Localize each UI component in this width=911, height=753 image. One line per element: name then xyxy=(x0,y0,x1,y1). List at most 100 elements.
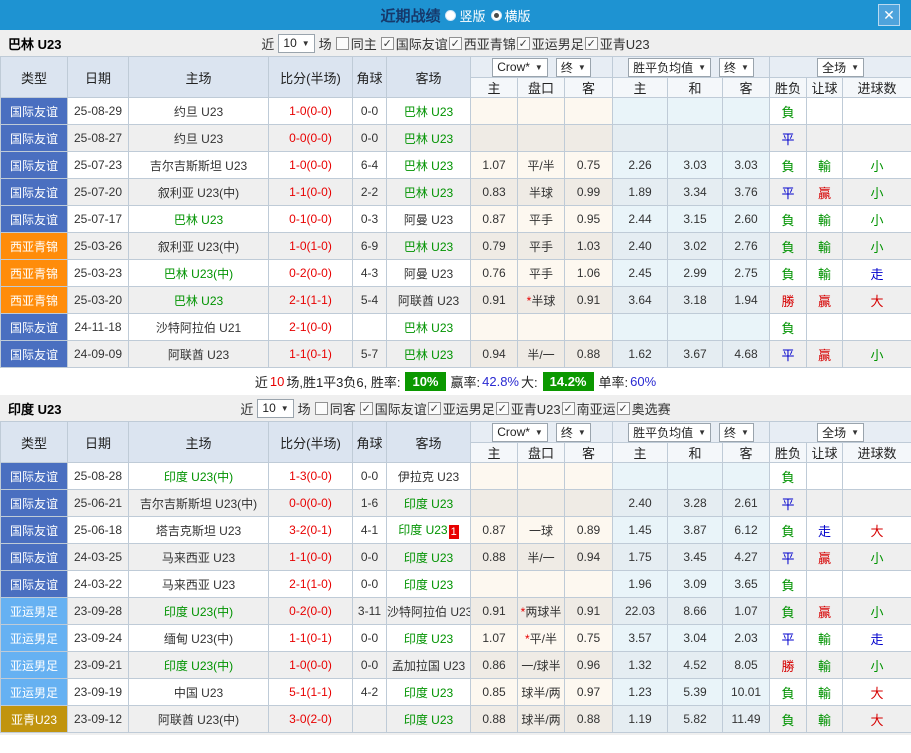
handicap-away-odds xyxy=(565,98,613,125)
home-team: 吉尔吉斯斯坦 U23(中) xyxy=(129,490,269,517)
result-wdl: 負 xyxy=(770,314,807,341)
odds-company-select[interactable]: Crow*▼ xyxy=(492,58,548,77)
away-team: 巴林 U23 xyxy=(387,98,471,125)
avg-away-odds xyxy=(723,125,770,152)
result-goals: 走 xyxy=(843,625,911,652)
avg-home-odds: 2.40 xyxy=(613,233,668,260)
same-home-checkbox[interactable]: 同主 xyxy=(336,34,377,53)
col-header-handicap-line: 盘口 xyxy=(518,78,565,98)
handicap-away-odds: 0.89 xyxy=(565,517,613,544)
avg-draw-odds: 5.82 xyxy=(668,706,723,733)
handicap-away-odds: 0.75 xyxy=(565,152,613,179)
avg-away-odds: 8.05 xyxy=(723,652,770,679)
checkbox-icon xyxy=(315,402,328,415)
match-score: 3-2(0-1) xyxy=(269,517,353,544)
close-icon[interactable]: ✕ xyxy=(878,4,900,26)
competition-checkbox[interactable]: ✓亚运男足 xyxy=(517,34,584,53)
competition-label: 奥选赛 xyxy=(632,399,671,418)
competition-checkbox[interactable]: ✓亚青U23 xyxy=(585,34,650,53)
avg-home-odds xyxy=(613,125,668,152)
live-odds-star-icon: * xyxy=(525,632,530,646)
avg-odds-select[interactable]: 胜平负均值▼ xyxy=(628,58,711,77)
competition-label: 西亚青锦 xyxy=(464,34,516,53)
checkbox-checked-icon: ✓ xyxy=(381,37,394,50)
result-goals: 小 xyxy=(843,341,911,368)
away-team-name: 巴林 U23 xyxy=(404,159,453,173)
col-header-home: 主场 xyxy=(129,422,269,463)
filter-bar: 近 10 ▼ 场 同客 ✓国际友谊✓亚运男足✓亚青U23✓南亚运✓奥选赛 xyxy=(240,399,670,418)
handicap-group-header: Crow*▼ 终▼ xyxy=(471,57,613,78)
handicap-home-odds xyxy=(471,490,518,517)
handicap-away-odds: 0.94 xyxy=(565,544,613,571)
scope-select[interactable]: 全场▼ xyxy=(817,423,864,442)
handicap-away-odds: 0.91 xyxy=(565,598,613,625)
handicap-away-odds: 0.97 xyxy=(565,679,613,706)
match-count-select[interactable]: 10 ▼ xyxy=(278,34,314,53)
away-team-name: 印度 U23 xyxy=(404,551,453,565)
handicap-home-odds: 0.88 xyxy=(471,544,518,571)
away-team: 巴林 U23 xyxy=(387,152,471,179)
avg-away-odds: 4.27 xyxy=(723,544,770,571)
checkbox-checked-icon: ✓ xyxy=(360,402,373,415)
match-date: 25-07-23 xyxy=(68,152,129,179)
avg-odds-select[interactable]: 胜平负均值▼ xyxy=(628,423,711,442)
col-header-handicap-line: 盘口 xyxy=(518,443,565,463)
handicap-final-select[interactable]: 终▼ xyxy=(556,58,591,77)
competition-label: 国际友谊 xyxy=(396,34,448,53)
avg-final-select[interactable]: 终▼ xyxy=(719,58,754,77)
match-type-badge: 西亚青锦 xyxy=(1,260,68,287)
handicap-away-odds xyxy=(565,463,613,490)
handicap-final-select[interactable]: 终▼ xyxy=(556,423,591,442)
handicap-home-odds: 1.07 xyxy=(471,152,518,179)
match-row: 国际友谊25-07-23吉尔吉斯斯坦 U231-0(0-0)6-4巴林 U231… xyxy=(1,152,911,179)
handicap-home-odds: 0.83 xyxy=(471,179,518,206)
competition-checkbox[interactable]: ✓西亚青锦 xyxy=(449,34,516,53)
corner-score: 4-1 xyxy=(353,517,387,544)
match-row: 亚运男足23-09-19中国 U235-1(1-1)4-2印度 U230.85球… xyxy=(1,679,911,706)
competition-checkbox[interactable]: ✓亚运男足 xyxy=(428,399,495,418)
result-handicap: 贏 xyxy=(807,341,843,368)
competition-checkbox[interactable]: ✓国际友谊 xyxy=(381,34,448,53)
corner-score: 4-3 xyxy=(353,260,387,287)
competition-checkbox[interactable]: ✓南亚运 xyxy=(562,399,616,418)
handicap-line: *半球 xyxy=(518,287,565,314)
result-handicap: 輸 xyxy=(807,233,843,260)
result-handicap: 輸 xyxy=(807,260,843,287)
games-label: 场 xyxy=(319,34,332,53)
handicap-home-odds: 0.76 xyxy=(471,260,518,287)
home-team: 吉尔吉斯斯坦 U23 xyxy=(129,152,269,179)
chevron-down-icon: ▼ xyxy=(698,428,706,437)
same-away-checkbox[interactable]: 同客 xyxy=(315,399,356,418)
chevron-down-icon: ▼ xyxy=(281,404,289,413)
competition-checkbox[interactable]: ✓奥选赛 xyxy=(617,399,671,418)
team-section-header-india: 印度 U23 近 10 ▼ 场 同客 ✓国际友谊✓亚运男足✓亚青U23✓南亚运✓… xyxy=(0,395,911,421)
home-team: 阿联酋 U23 xyxy=(129,341,269,368)
avg-home-odds: 1.23 xyxy=(613,679,668,706)
avg-home-odds: 1.75 xyxy=(613,544,668,571)
handicap-home-odds: 0.86 xyxy=(471,652,518,679)
horizontal-layout-radio[interactable]: 横版 xyxy=(491,6,531,25)
odds-company-select[interactable]: Crow*▼ xyxy=(492,423,548,442)
away-team-name: 阿曼 U23 xyxy=(404,267,453,281)
home-team: 中国 U23 xyxy=(129,679,269,706)
handicap-away-odds xyxy=(565,571,613,598)
result-wdl: 平 xyxy=(770,341,807,368)
avg-final-select[interactable]: 终▼ xyxy=(719,423,754,442)
avg-away-odds: 1.07 xyxy=(723,598,770,625)
summary-part: 42.8% xyxy=(482,374,519,389)
avg-draw-odds: 3.67 xyxy=(668,341,723,368)
checkbox-checked-icon: ✓ xyxy=(428,402,441,415)
result-handicap: 輸 xyxy=(807,652,843,679)
chevron-down-icon: ▼ xyxy=(741,428,749,437)
checkbox-checked-icon: ✓ xyxy=(617,402,630,415)
match-score: 0-0(0-0) xyxy=(269,490,353,517)
competition-checkbox[interactable]: ✓亚青U23 xyxy=(496,399,561,418)
competition-checkbox[interactable]: ✓国际友谊 xyxy=(360,399,427,418)
handicap-line: 半/一 xyxy=(518,544,565,571)
match-count-select[interactable]: 10 ▼ xyxy=(257,399,293,418)
result-handicap: 輸 xyxy=(807,625,843,652)
scope-select[interactable]: 全场▼ xyxy=(817,58,864,77)
handicap-home-odds: 0.91 xyxy=(471,287,518,314)
vertical-layout-radio[interactable]: 竖版 xyxy=(445,6,485,25)
avg-odds-group-header: 胜平负均值▼ 终▼ xyxy=(613,422,770,443)
